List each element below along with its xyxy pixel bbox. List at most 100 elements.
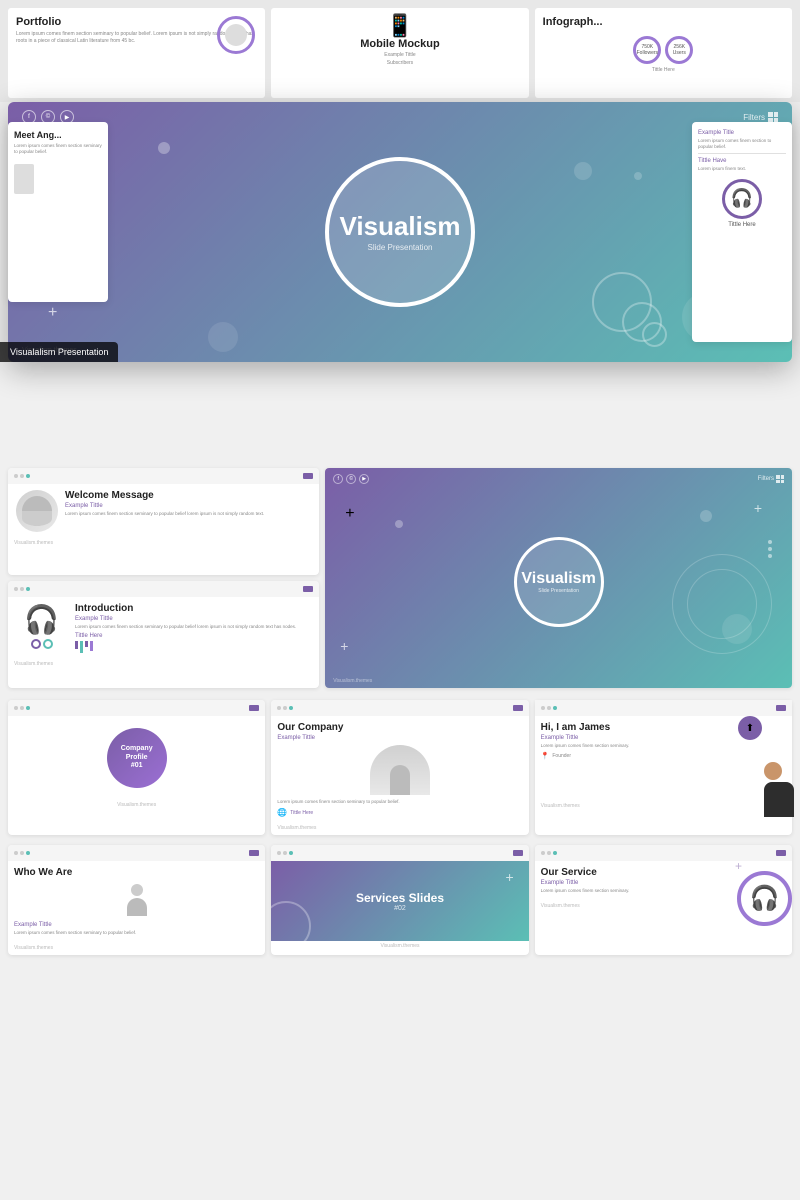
oc-text: Lorem ipsum comes finem section seminary…: [277, 799, 522, 805]
dot3: [26, 474, 30, 478]
right-example-title: Example Title: [698, 130, 786, 136]
welcome-text-area: Welcome Message Example Tittle Lorem ips…: [65, 490, 264, 517]
company-profile-card[interactable]: Company Profile #01 Visualism.themes: [8, 700, 265, 835]
intro-tittle-here: Tittle Here: [75, 633, 296, 639]
gradient-filters[interactable]: Filters: [758, 475, 784, 483]
gradient-header: f © ▶ Filters: [325, 468, 792, 490]
infographic-circles: 750K Followers 256K Users: [543, 36, 784, 64]
oc-body: Our Company Example Tittle Lorem ipsum c…: [271, 716, 528, 823]
side-panel-left[interactable]: Meet Ang... Lorem ipsum comes finem sect…: [8, 122, 108, 302]
wwa-example: Example Tittle: [14, 922, 259, 928]
service-headphone-circle: 🎧: [737, 871, 792, 926]
intro-text-area: Introduction Example Tittle Lorem ipsum …: [75, 603, 296, 653]
os-text: Lorem ipsum comes finem section seminary…: [541, 888, 676, 894]
yt-icon: ▶: [359, 474, 369, 484]
mobile-mockup-thumb[interactable]: 📱 Mobile Mockup Example Tittle Subscribe…: [271, 8, 528, 98]
intro-example: Example Tittle: [75, 616, 296, 622]
dec-dot-1: [158, 142, 170, 154]
building-image: [370, 745, 430, 795]
who-we-are-card[interactable]: Who We Are Example Tittle Lorem ipsum co…: [8, 845, 265, 955]
oc-footer: Visualism.themes: [271, 823, 528, 835]
portfolio-circle-decoration: [217, 16, 255, 54]
gradient-social: f © ▶: [333, 474, 369, 484]
os-header: [535, 845, 792, 861]
intro-bar-chart: [75, 641, 296, 653]
oc-tittle-here: Tittle Here: [290, 810, 313, 816]
introduction-title: Introduction: [75, 603, 296, 614]
right-body2: Lorem ipsum finem text.: [698, 166, 786, 171]
intro-headphones-icon: 🎧: [14, 603, 69, 649]
dec-circle-3: [642, 322, 667, 347]
our-service-card[interactable]: + Our Service 🎧 Example Tittle Lorem ips…: [535, 845, 792, 955]
wwa-body: Who We Are Example Tittle Lorem ipsum co…: [8, 861, 265, 942]
hj-header: [535, 700, 792, 716]
ps-body: [127, 898, 147, 916]
main-brand-circle: Visualism Slide Presentation: [325, 157, 475, 307]
intro-footer: Visualism.themes: [8, 659, 319, 671]
corner-mark: [303, 473, 313, 479]
gradient-brand: Visualism: [521, 570, 595, 588]
meet-ang-title: Meet Ang...: [14, 130, 102, 140]
section3-row: Company Profile #01 Visualism.themes Our…: [0, 694, 800, 841]
ss-header: [271, 845, 528, 861]
featured-section: Meet Ang... Lorem ipsum comes finem sect…: [0, 102, 800, 362]
dot1: [277, 851, 281, 855]
main-gradient-card[interactable]: f © ▶ Filters + + +: [325, 468, 792, 688]
dec-plus-3: +: [48, 304, 57, 322]
dot2: [283, 851, 287, 855]
grid-view-icon: [768, 112, 778, 122]
mobile-subscribers: Subscribers: [279, 60, 520, 66]
our-company-card[interactable]: Our Company Example Tittle Lorem ipsum c…: [271, 700, 528, 835]
dec-dot-5: [208, 322, 238, 352]
os-body: + Our Service 🎧 Example Tittle Lorem ips…: [535, 861, 792, 900]
section2-row: Welcome Message Example Tittle Lorem ips…: [0, 462, 800, 694]
dot1: [541, 851, 545, 855]
infographic-thumb[interactable]: Infograph... 750K Followers 256K Users T…: [535, 8, 792, 98]
hj-body: Hi, I am James ⬆ Example Tittle Lorem ip…: [535, 716, 792, 801]
hi-james-card[interactable]: Hi, I am James ⬆ Example Tittle Lorem ip…: [535, 700, 792, 835]
brand-name: Visualism: [340, 212, 461, 241]
filters-label-2: Filters: [758, 476, 774, 482]
intro-body: 🎧 Introduction Example Tittle Lorem ipsu…: [8, 597, 319, 659]
dot1: [277, 706, 281, 710]
top-thumbnails-row: Portfolio Lorem ipsum comes finem sectio…: [0, 0, 800, 102]
dot3: [289, 706, 293, 710]
intro-card-header: [8, 581, 319, 597]
dot2: [547, 851, 551, 855]
services-title: Services Slides: [356, 891, 444, 905]
share-icon: ⬆: [738, 716, 762, 740]
os-plus-dec: +: [735, 859, 742, 873]
gradient-tagline: Slide Presentation: [538, 588, 579, 594]
welcome-message-card[interactable]: Welcome Message Example Tittle Lorem ips…: [8, 468, 319, 575]
cp-footer: Visualism.themes: [8, 800, 265, 812]
services-slides-card[interactable]: + Services Slides #02 Visualism.themes: [271, 845, 528, 955]
featured-header: f © ▶ Filters: [8, 110, 792, 124]
oc-example: Example Tittle: [277, 735, 522, 741]
grad-dot-1: [395, 520, 403, 528]
fb-icon: f: [333, 474, 343, 484]
wwa-header: [8, 845, 265, 861]
wwa-footer: Visualism.themes: [8, 943, 265, 955]
right-tittle-have: Tittle Have: [698, 158, 786, 164]
services-number: #02: [394, 905, 406, 912]
infographic-circle-users: 256K Users: [665, 36, 693, 64]
corner-mark: [303, 586, 313, 592]
dot2: [20, 587, 24, 591]
cp-body: Company Profile #01: [8, 716, 265, 800]
featured-filters[interactable]: Filters: [743, 112, 778, 122]
tittle-here-right: Tittle Here: [698, 222, 786, 228]
portfolio-thumb[interactable]: Portfolio Lorem ipsum comes finem sectio…: [8, 8, 265, 98]
featured-slide[interactable]: f © ▶ Filters + + + Visual: [8, 102, 792, 362]
james-head: [764, 762, 782, 780]
gradient-body: + + + Visualism Slide Presentation: [325, 490, 792, 674]
person-silhouette: [122, 884, 152, 916]
introduction-card[interactable]: 🎧 Introduction Example Tittle Lorem ipsu…: [8, 581, 319, 688]
dot2: [20, 474, 24, 478]
welcome-example: Example Tittle: [65, 503, 264, 509]
james-photo: [764, 762, 794, 817]
who-we-are-title: Who We Are: [14, 867, 259, 878]
grad-plus-1: +: [345, 505, 354, 523]
side-panel-right[interactable]: Example Title Lorem ipsum comes finem se…: [692, 122, 792, 342]
left-stack: Welcome Message Example Tittle Lorem ips…: [8, 468, 319, 688]
gradient-brand-circle: Visualism Slide Presentation: [514, 537, 604, 627]
